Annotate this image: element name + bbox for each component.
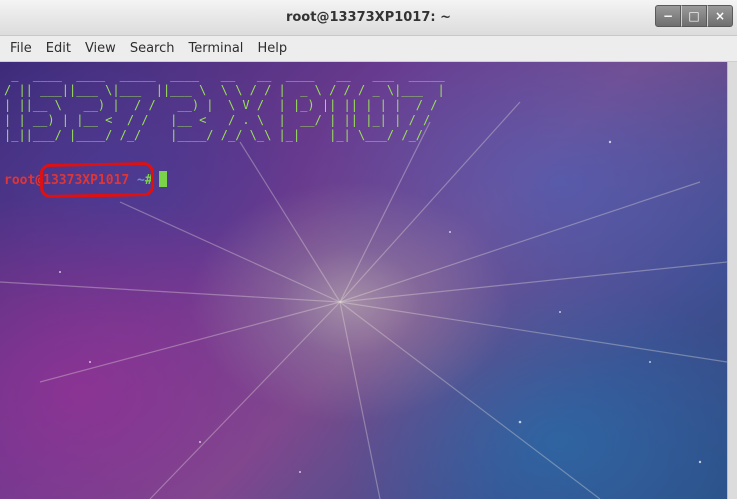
- banner-line: | | __) | |__ < / / |__ < / . \ | __/ | …: [4, 113, 445, 127]
- terminal-window: root@13373XP1017: ~ − □ × File Edit View…: [0, 0, 737, 499]
- menu-file[interactable]: File: [4, 41, 38, 56]
- vertical-scrollbar[interactable]: [727, 62, 737, 499]
- menu-help[interactable]: Help: [251, 41, 293, 56]
- close-button[interactable]: ×: [707, 5, 733, 27]
- close-icon: ×: [714, 9, 726, 23]
- banner-line: / || ___||___ \|___ ||___ \ \ \ / / | _ …: [4, 83, 445, 97]
- minimize-button[interactable]: −: [655, 5, 681, 27]
- maximize-button[interactable]: □: [681, 5, 707, 27]
- maximize-icon: □: [688, 9, 700, 23]
- menu-view[interactable]: View: [79, 41, 122, 56]
- banner-line: |_||___/ |____/ /_/ |____/ /_/ \_\ |_| |…: [4, 128, 445, 142]
- menu-edit[interactable]: Edit: [40, 41, 77, 56]
- banner-line: | ||__ \ __) | / / __) | \ V / | |_) || …: [4, 98, 445, 112]
- menu-bar: File Edit View Search Terminal Help: [0, 36, 737, 62]
- menu-search[interactable]: Search: [124, 41, 181, 56]
- title-bar[interactable]: root@13373XP1017: ~ − □ ×: [0, 0, 737, 36]
- terminal-area[interactable]: _ ____ ____ _____ ____ __ __ ____ __ ___…: [0, 62, 727, 499]
- minimize-icon: −: [662, 9, 674, 23]
- menu-terminal[interactable]: Terminal: [182, 41, 249, 56]
- banner-line: _ ____ ____ _____ ____ __ __ ____ __ ___…: [4, 68, 452, 82]
- prompt-user: root: [4, 173, 36, 188]
- window-title: root@13373XP1017: ~: [285, 10, 452, 25]
- ascii-banner: _ ____ ____ _____ ____ __ __ ____ __ ___…: [4, 68, 452, 143]
- hostname-highlight-annotation: [39, 162, 155, 198]
- text-cursor: [158, 171, 167, 187]
- window-controls: − □ ×: [655, 5, 733, 27]
